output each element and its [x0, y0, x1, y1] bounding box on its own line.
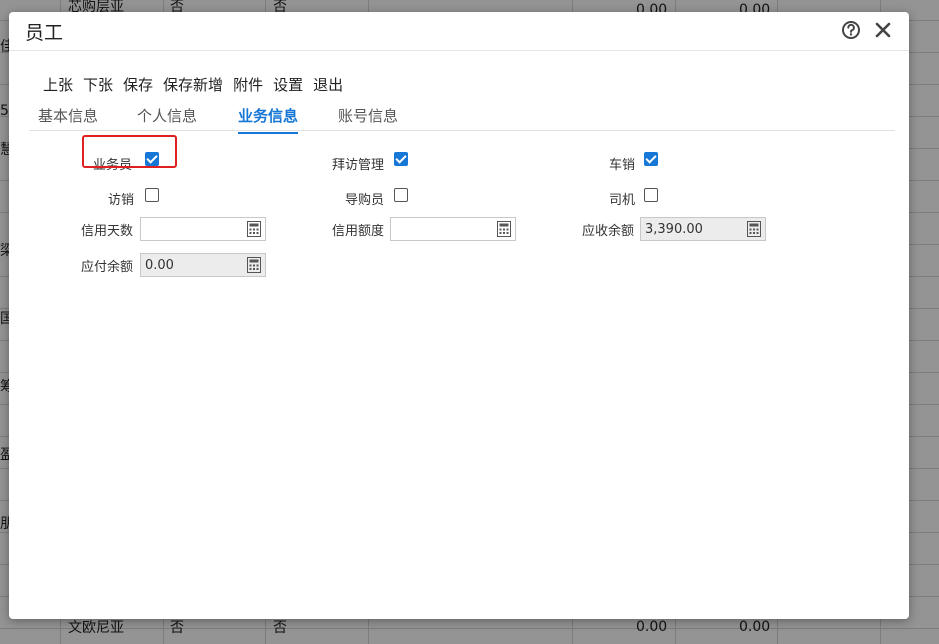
toolbar: 上张 下张 保存 保存新增 附件 设置 退出 — [43, 74, 353, 94]
attachment-button[interactable]: 附件 — [233, 74, 263, 94]
tab-basic-info[interactable]: 基本信息 — [38, 105, 98, 132]
employee-dialog: 员工 上张 下张 保存 保存新增 附件 设置 退出 基本信息 个人信息 业务信息… — [9, 12, 909, 619]
calculator-icon[interactable] — [247, 257, 261, 273]
credit-limit-label: 信用额度 — [332, 224, 385, 239]
visit-sales-checkbox[interactable] — [145, 188, 159, 202]
shopping-guide-label: 导购员 — [345, 193, 385, 208]
visit-management-checkbox[interactable] — [394, 152, 408, 166]
tab-bar: 基本信息 个人信息 业务信息 账号信息 — [29, 100, 895, 134]
shopping-guide-checkbox[interactable] — [394, 188, 408, 202]
driver-checkbox[interactable] — [644, 188, 658, 202]
settings-button[interactable]: 设置 — [273, 74, 303, 94]
credit-days-label: 信用天数 — [81, 224, 134, 239]
dialog-title: 员工 — [25, 22, 64, 44]
receivable-balance-label: 应收余额 — [582, 224, 635, 239]
help-circle-icon[interactable] — [840, 19, 862, 41]
highlight-annotation — [82, 135, 177, 168]
dialog-header: 员工 — [9, 12, 909, 51]
calculator-icon[interactable] — [747, 221, 761, 237]
receivable-balance-value: 3,390.00 — [645, 222, 703, 237]
credit-days-input[interactable] — [140, 217, 266, 241]
car-sales-checkbox[interactable] — [644, 152, 658, 166]
tab-personal-info[interactable]: 个人信息 — [137, 105, 197, 132]
close-icon[interactable] — [872, 19, 894, 41]
payable-balance-input[interactable]: 0.00 — [140, 253, 266, 277]
receivable-balance-input[interactable]: 3,390.00 — [640, 217, 766, 241]
driver-label: 司机 — [609, 193, 636, 208]
tab-business-info[interactable]: 业务信息 — [238, 105, 299, 134]
calculator-icon[interactable] — [497, 221, 511, 237]
save-button[interactable]: 保存 — [123, 74, 153, 94]
prev-record-button[interactable]: 上张 — [43, 74, 73, 94]
tab-account-info[interactable]: 账号信息 — [338, 105, 398, 132]
payable-balance-value: 0.00 — [145, 258, 174, 273]
credit-limit-input[interactable] — [390, 217, 516, 241]
save-and-new-button[interactable]: 保存新增 — [163, 74, 223, 94]
next-record-button[interactable]: 下张 — [83, 74, 113, 94]
visit-management-label: 拜访管理 — [332, 158, 385, 173]
visit-sales-label: 访销 — [108, 193, 135, 208]
exit-button[interactable]: 退出 — [313, 74, 343, 94]
calculator-icon[interactable] — [247, 221, 261, 237]
car-sales-label: 车销 — [609, 158, 636, 173]
payable-balance-label: 应付余额 — [81, 260, 134, 275]
